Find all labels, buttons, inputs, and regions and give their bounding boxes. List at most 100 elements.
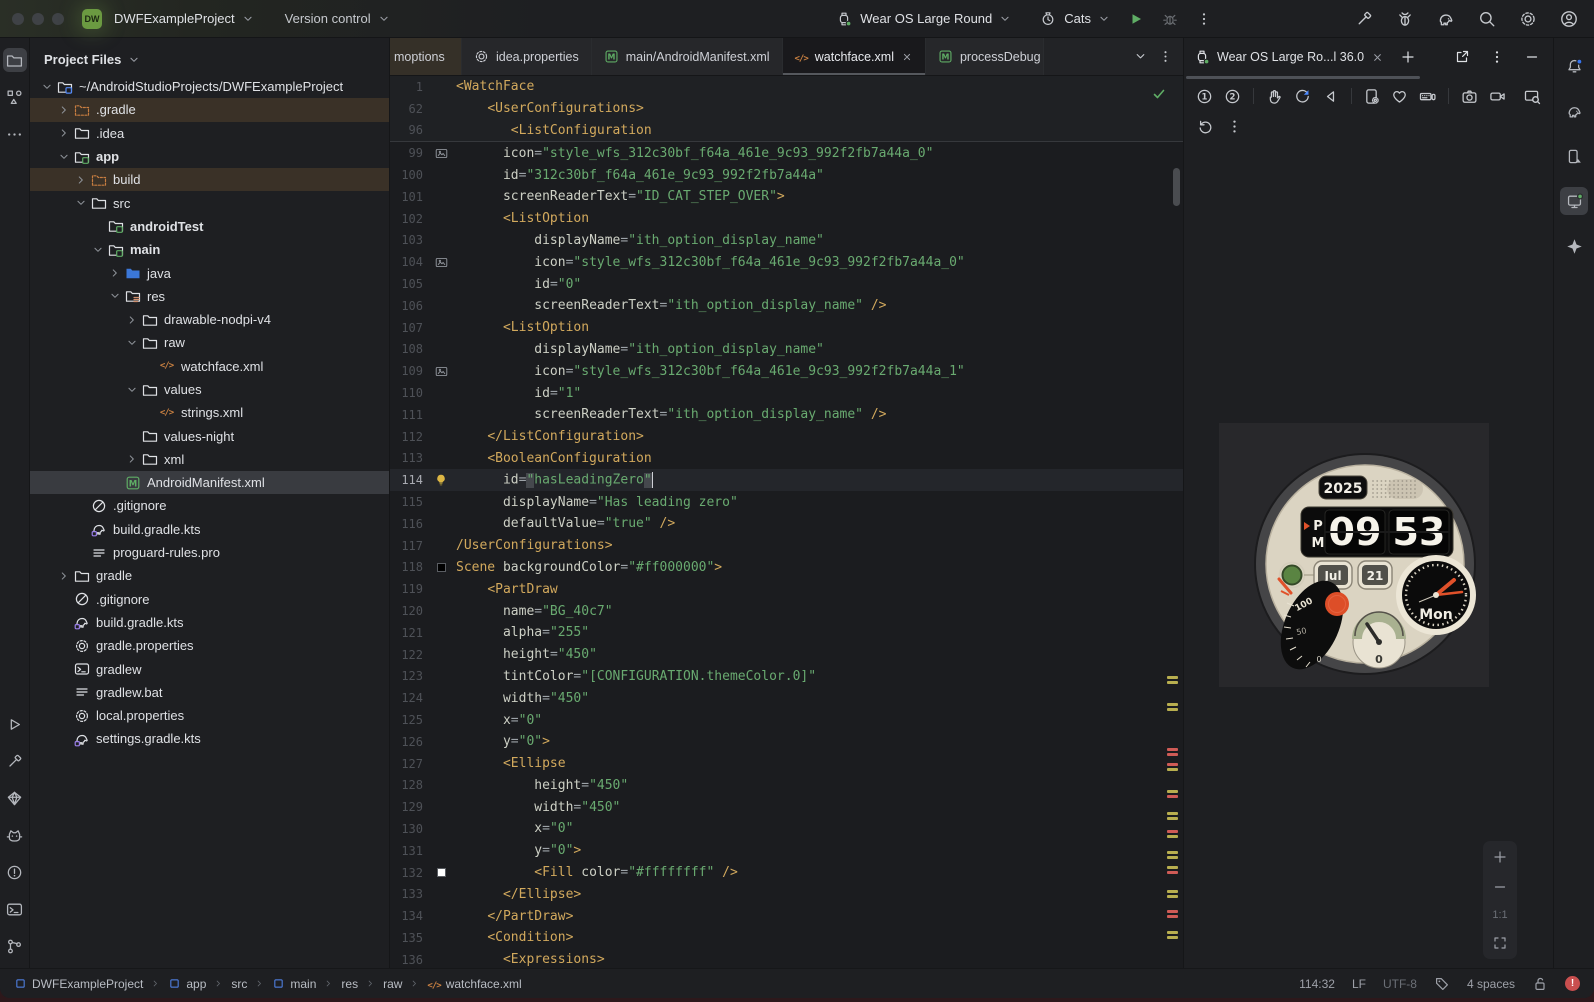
warning-stripe-mark[interactable] bbox=[1167, 856, 1178, 859]
chevron-right-icon[interactable] bbox=[106, 266, 123, 280]
tree-item-AndroidManifest.xml[interactable]: M AndroidManifest.xml bbox=[30, 471, 389, 495]
minimize-icon[interactable] bbox=[1521, 46, 1543, 68]
code-line-121[interactable]: 121 alpha="255" bbox=[390, 622, 1183, 644]
editor-scrollbar[interactable] bbox=[1173, 168, 1180, 206]
warning-stripe-mark[interactable] bbox=[1167, 851, 1178, 854]
warning-stripe-mark[interactable] bbox=[1167, 817, 1178, 820]
hidden-tabs-icon[interactable] bbox=[1133, 49, 1148, 64]
tool-strip-project-button[interactable] bbox=[2, 48, 27, 72]
new-tab-button[interactable] bbox=[1397, 46, 1419, 68]
code-line-136[interactable]: 136 <Expressions> bbox=[390, 949, 1183, 968]
tree-item-main[interactable]: main bbox=[30, 238, 389, 261]
warning-stripe-mark[interactable] bbox=[1167, 890, 1178, 893]
code-line-106[interactable]: 106 screenReaderText="ith_option_display… bbox=[390, 295, 1183, 317]
warning-stripe-mark[interactable] bbox=[1167, 812, 1178, 815]
breadcrumb-item-src[interactable]: src bbox=[231, 977, 247, 991]
code-line-122[interactable]: 122 height="450" bbox=[390, 644, 1183, 666]
tree-item-src[interactable]: src bbox=[30, 191, 389, 214]
error-stripe-mark[interactable] bbox=[1167, 830, 1178, 833]
error-stripe-mark[interactable] bbox=[1167, 763, 1178, 766]
tree-item-gradlew.bat[interactable]: gradlew.bat bbox=[30, 681, 389, 704]
file-encoding[interactable]: UTF-8 bbox=[1383, 977, 1417, 991]
code-line-113[interactable]: 113 <BooleanConfiguration bbox=[390, 448, 1183, 470]
editor-body[interactable]: 1 <WatchFace 62 <UserConfigurations> 96 <Li… bbox=[390, 76, 1183, 968]
code-line-132[interactable]: 132 <Fill color="#ffffffff" /> bbox=[390, 862, 1183, 884]
code-line-127[interactable]: 127 <Ellipse bbox=[390, 753, 1183, 775]
warning-stripe-mark[interactable] bbox=[1167, 681, 1178, 684]
code-line-124[interactable]: 124 width="450" bbox=[390, 687, 1183, 709]
gradle-button[interactable] bbox=[1433, 6, 1459, 32]
tool-strip-build-button[interactable] bbox=[3, 749, 27, 773]
open-in-window-icon[interactable] bbox=[1451, 46, 1473, 68]
error-stripe-mark[interactable] bbox=[1167, 871, 1178, 874]
run-button[interactable] bbox=[1123, 6, 1149, 32]
vcs-widget[interactable]: Version control bbox=[281, 11, 395, 26]
tab-options-icon[interactable] bbox=[1158, 49, 1173, 64]
error-badge[interactable]: ! bbox=[1565, 976, 1580, 991]
project-selector[interactable]: DWFExampleProject bbox=[110, 11, 259, 26]
warning-stripe-mark[interactable] bbox=[1167, 676, 1178, 679]
run-config-selector[interactable]: Cats bbox=[1034, 6, 1115, 32]
device-circle1-button[interactable]: 1 bbox=[1194, 85, 1215, 107]
tree-item-gradle[interactable]: gradle bbox=[30, 564, 389, 587]
traffic-lights[interactable] bbox=[12, 12, 64, 25]
fit-to-window-button[interactable] bbox=[1492, 935, 1508, 951]
code-line-119[interactable]: 119 <PartDraw bbox=[390, 578, 1183, 600]
code-line-62[interactable]: 62 <UserConfigurations> bbox=[390, 98, 1183, 120]
breadcrumb-item-main[interactable]: main bbox=[272, 977, 316, 991]
chevron-down-icon[interactable] bbox=[123, 383, 140, 397]
hammer-button[interactable] bbox=[1351, 6, 1377, 32]
code-line-123[interactable]: 123 tintColor="[CONFIGURATION.themeColor… bbox=[390, 666, 1183, 688]
tree-item-values-night[interactable]: values-night bbox=[30, 424, 389, 447]
lock-icon[interactable] bbox=[1532, 976, 1548, 992]
error-stripe-mark[interactable] bbox=[1167, 915, 1178, 918]
gutter-sww-icon[interactable] bbox=[430, 868, 452, 878]
device-heart-button[interactable] bbox=[1389, 85, 1410, 107]
code-line-130[interactable]: 130 x="0" bbox=[390, 818, 1183, 840]
device-camera-button[interactable] bbox=[1459, 85, 1480, 107]
tree-item-strings.xml[interactable]: </> strings.xml bbox=[30, 401, 389, 424]
warning-stripe-mark[interactable] bbox=[1167, 768, 1178, 771]
device-palm-button[interactable] bbox=[1264, 85, 1285, 107]
tree-item-androidTest[interactable]: androidTest bbox=[30, 215, 389, 238]
gutter-img-icon[interactable] bbox=[430, 147, 452, 160]
tree-item-gradlew[interactable]: gradlew bbox=[30, 657, 389, 680]
device-video-button[interactable] bbox=[1487, 85, 1508, 107]
code-line-134[interactable]: 134 </PartDraw> bbox=[390, 905, 1183, 927]
tree-item-build.gradle.kts[interactable]: build.gradle.kts bbox=[30, 611, 389, 634]
debug-button[interactable] bbox=[1157, 6, 1183, 32]
tree-item-~/AndroidStudioProjects/DWFExampleProject[interactable]: ~/AndroidStudioProjects/DWFExampleProjec… bbox=[30, 75, 389, 98]
gutter-img-icon[interactable] bbox=[430, 256, 452, 269]
chevron-right-icon[interactable] bbox=[55, 126, 72, 140]
code-line-109[interactable]: 109 icon="style_wfs_312c30bf_f64a_461e_9… bbox=[390, 360, 1183, 382]
tool-strip-notifications-button[interactable] bbox=[1560, 52, 1588, 80]
tree-item-build.gradle.kts[interactable]: build.gradle.kts bbox=[30, 518, 389, 541]
tab-main/AndroidManifest.xml[interactable]: Mmain/AndroidManifest.xml bbox=[591, 38, 783, 75]
inspections-ok-icon[interactable] bbox=[1151, 86, 1167, 102]
tree-item-local.properties[interactable]: local.properties bbox=[30, 704, 389, 727]
code-line-107[interactable]: 107 <ListOption bbox=[390, 317, 1183, 339]
chevron-right-icon[interactable] bbox=[55, 103, 72, 117]
tool-strip-app-quality-insights-button[interactable] bbox=[3, 786, 27, 810]
close-icon[interactable] bbox=[901, 51, 913, 63]
error-stripe-mark[interactable] bbox=[1167, 748, 1178, 751]
device-selector[interactable]: Wear OS Large Round bbox=[830, 6, 1016, 32]
tree-item-build[interactable]: build bbox=[30, 168, 389, 192]
warning-stripe-mark[interactable] bbox=[1167, 931, 1178, 934]
tool-strip-problems-button[interactable] bbox=[3, 860, 27, 884]
tree-item-.gitignore[interactable]: .gitignore bbox=[30, 494, 389, 517]
error-stripe-mark[interactable] bbox=[1167, 910, 1178, 913]
code-line-105[interactable]: 105 id="0" bbox=[390, 273, 1183, 295]
caret-position[interactable]: 114:32 bbox=[1299, 977, 1335, 991]
chevron-right-icon[interactable] bbox=[55, 569, 72, 583]
tool-strip-version-control-button[interactable] bbox=[3, 934, 27, 958]
tool-strip-logcat-button[interactable] bbox=[3, 823, 27, 847]
tool-strip-resource-manager-button[interactable] bbox=[3, 85, 27, 109]
warning-stripe-mark[interactable] bbox=[1167, 895, 1178, 898]
gear-button[interactable] bbox=[1515, 6, 1541, 32]
tool-strip-gemini-button[interactable] bbox=[1560, 232, 1588, 260]
tab-watchface.xml[interactable]: </> watchface.xml bbox=[782, 38, 926, 75]
chevron-right-icon[interactable] bbox=[72, 173, 89, 187]
code-line-111[interactable]: 111 screenReaderText="ith_option_display… bbox=[390, 404, 1183, 426]
tool-strip-more-tool-windows-button[interactable] bbox=[3, 122, 27, 146]
